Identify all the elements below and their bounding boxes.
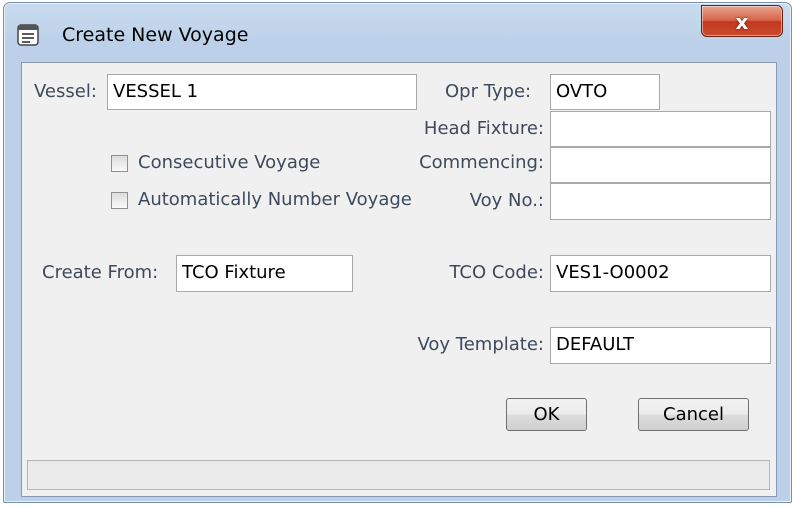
auto-number-voyage-label[interactable]: Automatically Number Voyage — [138, 189, 412, 211]
consecutive-voyage-checkbox[interactable] — [111, 155, 128, 172]
opr-type-input[interactable]: OVTO — [550, 74, 660, 110]
voy-template-label: Voy Template: — [417, 334, 544, 355]
close-icon: x — [735, 10, 749, 34]
create-voyage-dialog: Create New Voyage x Vessel: VESSEL 1 Opr… — [3, 2, 792, 503]
vessel-label: Vessel: — [34, 81, 97, 102]
opr-type-label: Opr Type: — [445, 81, 532, 102]
close-button[interactable]: x — [701, 5, 783, 37]
vessel-input[interactable]: VESSEL 1 — [107, 74, 417, 110]
create-from-select[interactable]: TCO Fixture — [176, 255, 353, 292]
commencing-label: Commencing: — [419, 152, 544, 173]
ok-button[interactable]: OK — [506, 398, 587, 431]
title-bar[interactable]: Create New Voyage x — [4, 3, 791, 63]
cancel-button[interactable]: Cancel — [638, 398, 749, 431]
status-bar — [27, 460, 770, 490]
auto-number-voyage-checkbox[interactable] — [111, 192, 128, 209]
app-window-icon — [17, 24, 39, 46]
head-fixture-input[interactable] — [550, 111, 771, 147]
voy-no-label: Voy No.: — [469, 190, 544, 211]
head-fixture-label: Head Fixture: — [423, 118, 544, 139]
create-from-label: Create From: — [42, 262, 159, 283]
consecutive-voyage-label[interactable]: Consecutive Voyage — [138, 152, 320, 174]
commencing-input[interactable] — [550, 147, 771, 183]
dialog-body: Vessel: VESSEL 1 Opr Type: OVTO Head Fix… — [21, 62, 777, 497]
tco-code-label: TCO Code: — [449, 262, 544, 283]
dialog-title: Create New Voyage — [62, 24, 249, 46]
tco-code-input[interactable]: VES1-O0002 — [550, 255, 771, 292]
voy-template-input[interactable]: DEFAULT — [550, 327, 771, 364]
voy-no-input[interactable] — [550, 183, 771, 220]
